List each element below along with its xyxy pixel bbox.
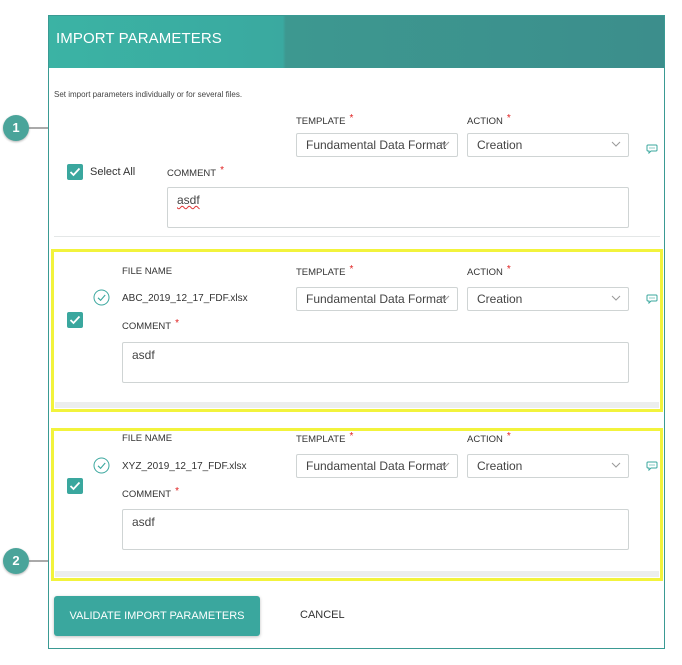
callout-number: 1 <box>12 120 20 135</box>
label-text: ACTION <box>467 116 503 127</box>
select-value: Fundamental Data Format <box>306 138 447 152</box>
file-row-footer-bar <box>55 402 659 408</box>
required-marker: * <box>506 264 511 275</box>
required-marker: * <box>349 431 354 442</box>
file-2-template-label: TEMPLATE * <box>296 431 354 445</box>
comment-value: asdf <box>132 348 155 362</box>
file-2-name: XYZ_2019_12_17_FDF.xlsx <box>122 461 247 472</box>
file-1-comment-label: COMMENT * <box>122 318 179 332</box>
required-marker: * <box>506 431 511 442</box>
label-text: TEMPLATE <box>296 434 346 445</box>
chevron-down-icon <box>440 295 450 301</box>
required-marker: * <box>175 486 179 497</box>
select-all-label[interactable]: Select All <box>90 166 135 178</box>
label-text: TEMPLATE <box>296 267 346 278</box>
required-marker: * <box>506 113 511 124</box>
file-2-action-label: ACTION * <box>467 431 511 445</box>
file-1-action-label: ACTION * <box>467 264 511 278</box>
bulk-action-select[interactable]: Creation <box>467 133 629 157</box>
file-name-label: FILE NAME <box>122 433 173 444</box>
label-text: TEMPLATE <box>296 116 346 127</box>
dialog-header: IMPORT PARAMETERS <box>49 16 664 68</box>
file-2-template-select[interactable]: Fundamental Data Format <box>296 454 458 478</box>
file-2-comment-input[interactable]: asdf <box>122 509 629 550</box>
file-2-action-select[interactable]: Creation <box>467 454 629 478</box>
bulk-action-label: ACTION * <box>467 113 511 127</box>
callout-marker-1: 1 <box>3 115 29 141</box>
comment-bubble-icon[interactable] <box>646 461 658 471</box>
label-text: COMMENT <box>122 321 172 332</box>
bulk-comment-input[interactable]: asdf <box>167 187 629 228</box>
chevron-down-icon <box>611 295 621 301</box>
bulk-comment-label: COMMENT * <box>167 165 224 179</box>
label-text: COMMENT <box>167 168 217 179</box>
bulk-template-select[interactable]: Fundamental Data Format <box>296 133 458 157</box>
file-1-action-select[interactable]: Creation <box>467 287 629 311</box>
file-1-template-select[interactable]: Fundamental Data Format <box>296 287 458 311</box>
callout-marker-2: 2 <box>3 548 29 574</box>
comment-value: asdf <box>177 193 200 207</box>
comment-bubble-icon[interactable] <box>646 144 658 154</box>
comment-value: asdf <box>132 515 155 529</box>
required-marker: * <box>349 264 354 275</box>
file-row-card <box>51 428 663 581</box>
file-name-label: FILE NAME <box>122 266 173 277</box>
file-2-comment-label: COMMENT * <box>122 486 179 500</box>
callout-number: 2 <box>12 553 20 568</box>
select-value: Creation <box>477 138 523 152</box>
cancel-button[interactable]: CANCEL <box>300 609 345 621</box>
checkmark-icon <box>69 481 81 491</box>
file-1-template-label: TEMPLATE * <box>296 264 354 278</box>
label-text: ACTION <box>467 434 503 445</box>
file-1-name: ABC_2019_12_17_FDF.xlsx <box>122 293 248 304</box>
valid-check-circle-icon <box>93 457 110 474</box>
chevron-down-icon <box>611 462 621 468</box>
file-1-checkbox[interactable] <box>67 312 83 328</box>
dialog-title: IMPORT PARAMETERS <box>56 30 222 47</box>
select-value: Creation <box>477 459 523 473</box>
chevron-down-icon <box>440 462 450 468</box>
select-value: Creation <box>477 292 523 306</box>
select-value: Fundamental Data Format <box>306 459 447 473</box>
required-marker: * <box>220 165 224 176</box>
checkmark-icon <box>69 315 81 325</box>
file-row-footer-bar <box>55 571 659 577</box>
validate-import-parameters-button[interactable]: VALIDATE IMPORT PARAMETERS <box>54 596 260 636</box>
bulk-template-label: TEMPLATE * <box>296 113 354 127</box>
select-all-checkbox[interactable] <box>67 164 83 180</box>
chevron-down-icon <box>440 141 450 147</box>
comment-bubble-icon[interactable] <box>646 294 658 304</box>
label-text: ACTION <box>467 267 503 278</box>
required-marker: * <box>175 318 179 329</box>
file-1-comment-input[interactable]: asdf <box>122 342 629 383</box>
checkmark-icon <box>69 167 81 177</box>
file-2-checkbox[interactable] <box>67 478 83 494</box>
valid-check-circle-icon <box>93 289 110 306</box>
select-value: Fundamental Data Format <box>306 292 447 306</box>
label-text: COMMENT <box>122 489 172 500</box>
chevron-down-icon <box>611 141 621 147</box>
bulk-section-divider <box>54 236 660 237</box>
dialog-subtitle: Set import parameters individually or fo… <box>54 90 243 99</box>
required-marker: * <box>349 113 354 124</box>
